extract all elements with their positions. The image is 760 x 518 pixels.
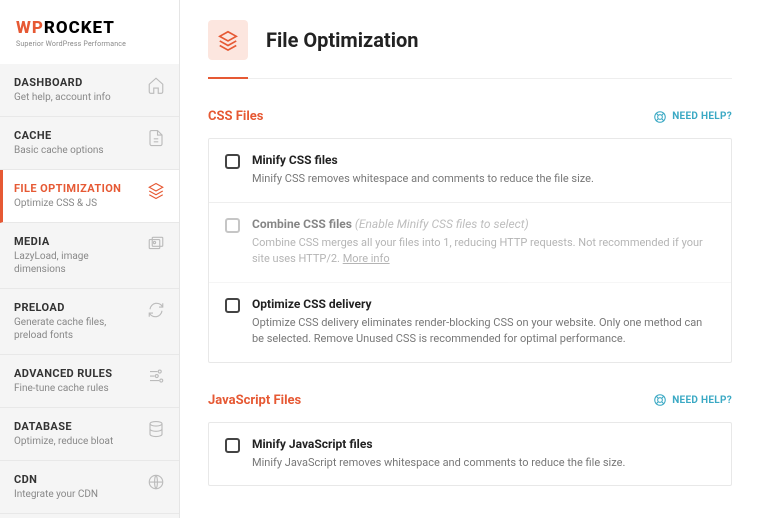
section-title-css: CSS Files: [208, 109, 263, 124]
option-title: Optimize CSS delivery: [252, 297, 715, 311]
section-js: JavaScript Files NEED HELP? Minify JavaS…: [208, 393, 732, 487]
sidebar-item-cache[interactable]: CACHE Basic cache options: [0, 117, 179, 170]
section-css: CSS Files NEED HELP? Minify CSS files Mi…: [208, 109, 732, 363]
option-combine-css: Combine CSS files (Enable Minify CSS fil…: [209, 203, 731, 283]
sidebar-item-dashboard[interactable]: DASHBOARD Get help, account info: [0, 64, 179, 117]
checkbox-minify-css[interactable]: [225, 154, 240, 169]
sidebar: WPROCKET Superior WordPress Performance …: [0, 0, 180, 518]
nav-title: DASHBOARD: [14, 76, 141, 89]
nav-sub: LazyLoad, image dimensions: [14, 250, 141, 276]
lifebuoy-icon: [653, 393, 667, 407]
section-title-js: JavaScript Files: [208, 393, 301, 408]
sidebar-item-database[interactable]: DATABASE Optimize, reduce bloat: [0, 408, 179, 461]
option-desc: Minify CSS removes whitespace and commen…: [252, 171, 594, 188]
globe-icon: [147, 473, 165, 491]
nav-title: CACHE: [14, 129, 141, 142]
nav-title: DATABASE: [14, 420, 141, 433]
nav-title: FILE OPTIMIZATION: [14, 182, 141, 195]
need-help-link[interactable]: NEED HELP?: [653, 110, 732, 124]
option-minify-js: Minify JavaScript files Minify JavaScrip…: [209, 423, 731, 486]
checkbox-combine-css: [225, 218, 240, 233]
sidebar-item-file-optimization[interactable]: FILE OPTIMIZATION Optimize CSS & JS: [0, 170, 179, 223]
nav-sub: Optimize, reduce bloat: [14, 435, 141, 448]
main-content: File Optimization CSS Files NEED HELP? M…: [180, 0, 760, 518]
need-help-link[interactable]: NEED HELP?: [653, 393, 732, 407]
checkbox-minify-js[interactable]: [225, 438, 240, 453]
option-title: Minify JavaScript files: [252, 437, 625, 451]
logo: WPROCKET Superior WordPress Performance: [0, 0, 179, 64]
lifebuoy-icon: [653, 110, 667, 124]
nav-sub: Integrate your CDN: [14, 488, 141, 501]
layers-icon: [147, 182, 165, 200]
nav-sub: Get help, account info: [14, 91, 141, 104]
refresh-icon: [147, 301, 165, 319]
nav-title: MEDIA: [14, 235, 141, 248]
nav-sub: Optimize CSS & JS: [14, 197, 141, 210]
option-optimize-css-delivery: Optimize CSS delivery Optimize CSS deliv…: [209, 283, 731, 362]
js-options: Minify JavaScript files Minify JavaScrip…: [208, 422, 732, 487]
nav-title: PRELOAD: [14, 301, 141, 314]
more-info-link[interactable]: More info: [343, 252, 390, 265]
option-note: (Enable Minify CSS files to select): [355, 217, 529, 231]
page-header: File Optimization: [208, 20, 732, 79]
sliders-icon: [147, 367, 165, 385]
home-icon: [147, 76, 165, 94]
option-title: Minify CSS files: [252, 153, 594, 167]
option-minify-css: Minify CSS files Minify CSS removes whit…: [209, 139, 731, 203]
help-label: NEED HELP?: [672, 111, 732, 122]
nav-title: ADVANCED RULES: [14, 367, 141, 380]
nav-sub: Basic cache options: [14, 144, 141, 157]
option-title: Combine CSS files (Enable Minify CSS fil…: [252, 217, 715, 231]
option-desc: Combine CSS merges all your files into 1…: [252, 235, 715, 268]
sidebar-item-cdn[interactable]: CDN Integrate your CDN: [0, 461, 179, 514]
page-title: File Optimization: [266, 28, 419, 52]
logo-part2: ROCKET: [44, 18, 115, 38]
sidebar-item-advanced-rules[interactable]: ADVANCED RULES Fine-tune cache rules: [0, 355, 179, 408]
checkbox-optimize-css[interactable]: [225, 298, 240, 313]
nav-sub: Fine-tune cache rules: [14, 382, 141, 395]
sidebar-item-media[interactable]: MEDIA LazyLoad, image dimensions: [0, 223, 179, 289]
document-icon: [147, 129, 165, 147]
help-label: NEED HELP?: [672, 395, 732, 406]
database-icon: [147, 420, 165, 438]
logo-tagline: Superior WordPress Performance: [16, 40, 163, 48]
sidebar-item-preload[interactable]: PRELOAD Generate cache files, preload fo…: [0, 289, 179, 355]
nav-sub: Generate cache files, preload fonts: [14, 316, 141, 342]
images-icon: [147, 235, 165, 253]
option-desc: Minify JavaScript removes whitespace and…: [252, 455, 625, 472]
option-desc: Optimize CSS delivery eliminates render-…: [252, 315, 715, 348]
header-layers-icon: [208, 20, 248, 60]
logo-part1: WP: [16, 18, 44, 38]
css-options: Minify CSS files Minify CSS removes whit…: [208, 138, 732, 363]
nav-title: CDN: [14, 473, 141, 486]
